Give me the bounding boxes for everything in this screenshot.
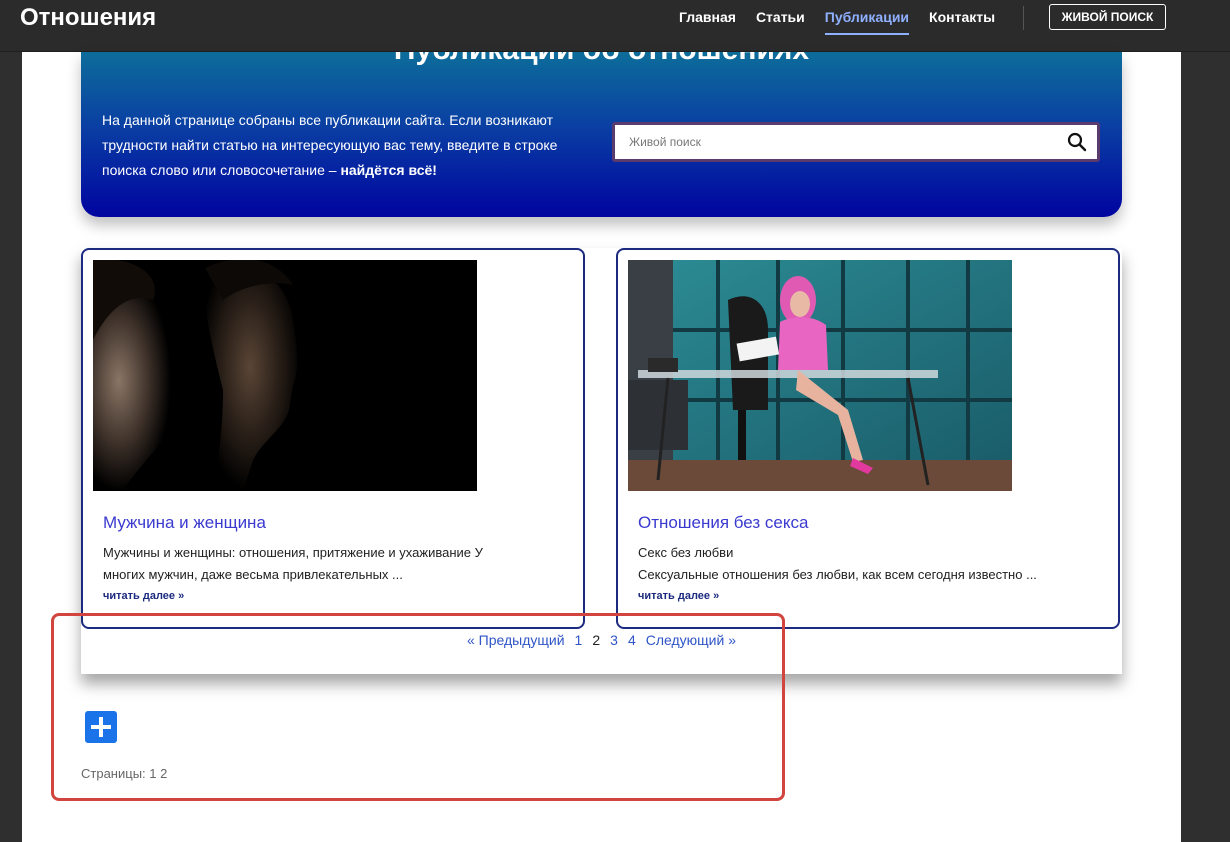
card-image-couple[interactable] — [93, 260, 477, 491]
plus-icon — [91, 717, 111, 737]
hero-banner: Публикации об отношениях На данной стран… — [81, 52, 1122, 217]
card-excerpt: Секс без любви Сексуальные отношения без… — [638, 542, 1078, 586]
pagination-page[interactable]: 4 — [628, 630, 636, 650]
nav-divider — [1023, 6, 1024, 30]
nav-item-contacts[interactable]: Контакты — [929, 8, 995, 33]
card-excerpt-line: Сексуальные отношения без любви, как все… — [638, 567, 1037, 582]
card-title[interactable]: Мужчина и женщина — [103, 512, 266, 534]
pagination-next[interactable]: Следующий » — [646, 630, 736, 650]
card-excerpt-line: Мужчины и женщины: отношения, притяжение… — [103, 545, 483, 560]
card-excerpt-line: многих мужчин, даже весьма привлекательн… — [103, 567, 403, 582]
card-excerpt-line: Секс без любви — [638, 545, 734, 560]
add-share-button[interactable] — [85, 711, 117, 743]
live-search-box — [612, 122, 1100, 162]
card-title[interactable]: Отношения без секса — [638, 512, 808, 534]
search-input[interactable] — [629, 131, 1049, 153]
read-more-link[interactable]: читать далее » — [638, 590, 719, 602]
main-nav: Главная Статьи Публикации Контакты — [679, 8, 1015, 35]
hero-description: На данной странице собраны все публикаци… — [102, 108, 597, 183]
live-search-button[interactable]: ЖИВОЙ ПОИСК — [1049, 4, 1166, 30]
page-title: Публикации об отношениях — [81, 52, 1122, 68]
publications-list: Мужчина и женщина Мужчины и женщины: отн… — [81, 248, 1122, 674]
pages-navigation[interactable]: Страницы: 1 2 — [81, 766, 167, 781]
pagination-page[interactable]: 1 — [575, 630, 583, 650]
page-content: Публикации об отношениях На данной стран… — [22, 52, 1181, 842]
pagination-current-page: 2 — [592, 632, 601, 648]
pagination-page[interactable]: 3 — [610, 630, 618, 650]
nav-item-articles[interactable]: Статьи — [756, 8, 805, 33]
site-logo[interactable]: Отношения — [20, 4, 156, 32]
pagination-prev[interactable]: « Предыдущий — [467, 630, 565, 650]
publication-card: Отношения без секса Секс без любви Сексу… — [616, 248, 1120, 629]
card-image-office[interactable] — [628, 260, 1012, 491]
read-more-link[interactable]: читать далее » — [103, 590, 184, 602]
card-excerpt: Мужчины и женщины: отношения, притяжение… — [103, 542, 543, 586]
hero-description-text: На данной странице собраны все публикаци… — [102, 112, 558, 178]
pagination: « Предыдущий 1 2 3 4 Следующий » — [81, 630, 1122, 650]
hero-description-bold: найдётся всё! — [340, 162, 437, 178]
top-navbar: Отношения Главная Статьи Публикации Конт… — [0, 0, 1230, 52]
nav-item-home[interactable]: Главная — [679, 8, 736, 33]
nav-item-publications[interactable]: Публикации — [824, 8, 910, 35]
publication-card: Мужчина и женщина Мужчины и женщины: отн… — [81, 248, 585, 629]
search-icon[interactable] — [1067, 132, 1087, 152]
